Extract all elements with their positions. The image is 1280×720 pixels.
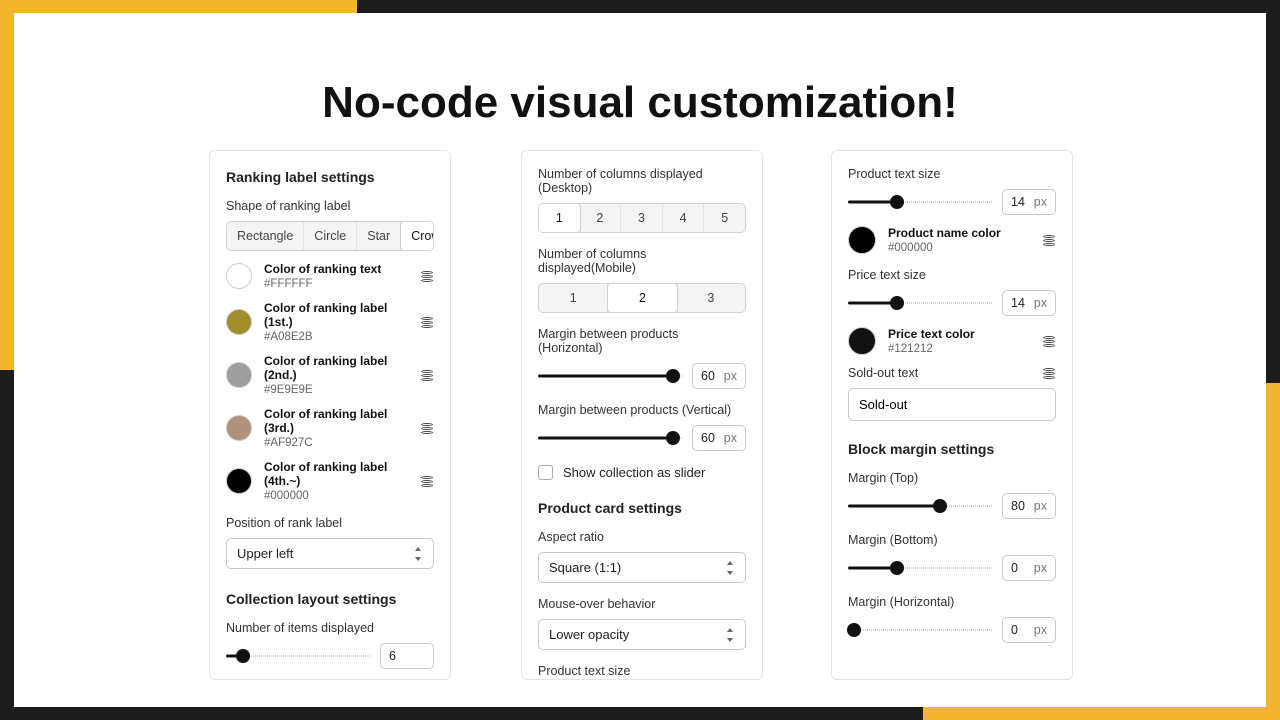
database-icon[interactable] xyxy=(420,474,434,488)
checkbox-icon[interactable] xyxy=(538,465,553,480)
position-select[interactable]: Upper left xyxy=(226,538,434,569)
select-chevrons-icon xyxy=(725,561,735,575)
margin-h-value[interactable]: 60px xyxy=(692,363,746,389)
price-color-row: Price text color #121212 xyxy=(848,327,1056,355)
swatch-4th[interactable] xyxy=(226,468,252,494)
color-row-1st: Color of ranking label (1st.) #A08E2B xyxy=(226,301,434,343)
color-label: Color of ranking text xyxy=(264,262,408,276)
margin-horizontal-label: Margin (Horizontal) xyxy=(848,595,1056,609)
app-canvas: No-code visual customization! Ranking la… xyxy=(14,13,1266,707)
ranking-settings-panel: Ranking label settings Shape of ranking … xyxy=(209,150,451,680)
slider-checkbox-row[interactable]: Show collection as slider xyxy=(538,465,746,480)
margin-top-value[interactable]: 80px xyxy=(1002,493,1056,519)
soldout-label: Sold-out text xyxy=(848,366,918,380)
hover-label: Mouse-over behavior xyxy=(538,597,746,611)
items-displayed-slider[interactable] xyxy=(226,648,370,664)
items-displayed-label: Number of items displayed xyxy=(226,621,434,635)
aspect-label: Aspect ratio xyxy=(538,530,746,544)
select-chevrons-icon xyxy=(725,628,735,642)
position-label: Position of rank label xyxy=(226,516,434,530)
color-row-2nd: Color of ranking label (2nd.) #9E9E9E xyxy=(226,354,434,396)
product-name-color-row: Product name color #000000 xyxy=(848,226,1056,254)
cols-mobile-label: Number of columns displayed(Mobile) xyxy=(538,247,746,275)
shape-option-star[interactable]: Star xyxy=(357,222,401,250)
soldout-input[interactable] xyxy=(848,388,1056,421)
shape-option-crown[interactable]: Crown xyxy=(400,221,434,251)
color-row-text: Color of ranking text #FFFFFF xyxy=(226,262,434,290)
cols-mobile-2[interactable]: 2 xyxy=(607,283,677,313)
prod-text-size-value[interactable]: 14px xyxy=(1002,189,1056,215)
swatch-1st[interactable] xyxy=(226,309,252,335)
margin-bottom-label: Margin (Bottom) xyxy=(848,533,1056,547)
database-icon[interactable] xyxy=(420,368,434,382)
cols-mobile-3[interactable]: 3 xyxy=(677,284,745,312)
margin-v-slider[interactable] xyxy=(538,430,682,446)
prod-text-size-label: Product text size xyxy=(848,167,1056,181)
price-text-size-label: Price text size xyxy=(848,268,1056,282)
margin-horizontal-slider[interactable] xyxy=(848,622,992,638)
cols-desktop-seg[interactable]: 1 2 3 4 5 xyxy=(538,203,746,233)
cols-desktop-2[interactable]: 2 xyxy=(580,204,622,232)
cols-desktop-4[interactable]: 4 xyxy=(663,204,705,232)
database-icon[interactable] xyxy=(420,421,434,435)
collection-heading: Collection layout settings xyxy=(226,591,434,607)
color-hex: #FFFFFF xyxy=(264,278,408,290)
margin-top-label: Margin (Top) xyxy=(848,471,1056,485)
margin-bottom-slider[interactable] xyxy=(848,560,992,576)
shape-option-circle[interactable]: Circle xyxy=(304,222,357,250)
ranking-heading: Ranking label settings xyxy=(226,169,434,185)
color-row-4th: Color of ranking label (4th.~) #000000 xyxy=(226,460,434,502)
cols-desktop-label: Number of columns displayed (Desktop) xyxy=(538,167,746,195)
hover-select[interactable]: Lower opacity xyxy=(538,619,746,650)
shape-segmented[interactable]: Rectangle Circle Star Crown xyxy=(226,221,434,251)
page-title: No-code visual customization! xyxy=(14,78,1266,128)
margin-top-slider[interactable] xyxy=(848,498,992,514)
cols-desktop-1[interactable]: 1 xyxy=(538,203,581,233)
swatch-price[interactable] xyxy=(848,327,876,355)
text-settings-panel: Product text size 14px Product name colo… xyxy=(831,150,1073,680)
swatch-product-name[interactable] xyxy=(848,226,876,254)
database-icon[interactable] xyxy=(1042,233,1056,247)
color-row-3rd: Color of ranking label (3rd.) #AF927C xyxy=(226,407,434,449)
margin-bottom-value[interactable]: 0px xyxy=(1002,555,1056,581)
block-margin-heading: Block margin settings xyxy=(848,441,1056,457)
margin-h-slider[interactable] xyxy=(538,368,682,384)
cols-mobile-1[interactable]: 1 xyxy=(539,284,608,312)
items-displayed-value[interactable]: 6 xyxy=(380,643,434,669)
swatch-3rd[interactable] xyxy=(226,415,252,441)
cols-mobile-seg[interactable]: 1 2 3 xyxy=(538,283,746,313)
shape-option-rectangle[interactable]: Rectangle xyxy=(227,222,304,250)
swatch-ranking-text[interactable] xyxy=(226,263,252,289)
cols-desktop-3[interactable]: 3 xyxy=(621,204,663,232)
margin-horizontal-value[interactable]: 0px xyxy=(1002,617,1056,643)
swatch-2nd[interactable] xyxy=(226,362,252,388)
margin-v-value[interactable]: 60px xyxy=(692,425,746,451)
database-icon[interactable] xyxy=(420,315,434,329)
price-text-size-slider[interactable] xyxy=(848,295,992,311)
database-icon[interactable] xyxy=(1042,334,1056,348)
margin-h-label: Margin between products (Horizontal) xyxy=(538,327,746,355)
cols-desktop-5[interactable]: 5 xyxy=(704,204,745,232)
aspect-select[interactable]: Square (1:1) xyxy=(538,552,746,583)
database-icon[interactable] xyxy=(420,269,434,283)
prod-text-size-slider[interactable] xyxy=(848,194,992,210)
margin-v-label: Margin between products (Vertical) xyxy=(538,403,746,417)
price-text-size-value[interactable]: 14px xyxy=(1002,290,1056,316)
shape-label: Shape of ranking label xyxy=(226,199,434,213)
database-icon[interactable] xyxy=(1042,366,1056,380)
product-card-heading: Product card settings xyxy=(538,500,746,516)
select-chevrons-icon xyxy=(413,547,423,561)
prod-text-size-label-cut: Product text size xyxy=(538,664,746,678)
layout-settings-panel: Number of columns displayed (Desktop) 1 … xyxy=(521,150,763,680)
